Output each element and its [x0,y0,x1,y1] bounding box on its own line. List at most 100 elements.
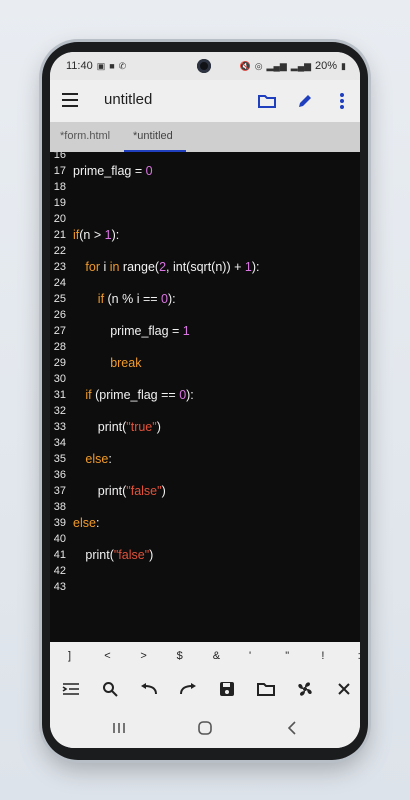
back-icon[interactable] [280,716,304,740]
code-line[interactable]: 36 [50,467,360,483]
code-line[interactable]: 17 prime_flag = 0 [50,163,360,179]
line-code: if (prime_flag == 0): [85,388,194,402]
menu-icon[interactable] [62,93,78,107]
code-line[interactable]: 18 [50,179,360,195]
code-line[interactable]: 26 [50,307,360,323]
code-line[interactable]: 19 [50,195,360,211]
line-number: 35 [53,453,66,465]
symbol-key[interactable]: ! [321,650,324,662]
line-number: 37 [53,485,66,497]
line-number: 26 [53,309,66,321]
code-line[interactable]: 32 [50,403,360,419]
line-number: 29 [53,357,66,369]
open-folder-icon[interactable] [255,678,277,700]
line-number: 18 [53,181,66,193]
more-vert-icon[interactable] [331,90,353,112]
system-nav-bar [50,706,360,748]
line-number: 30 [53,373,66,385]
line-code: if(n > 1): [73,228,120,242]
phone-icon: ✆ [118,60,127,71]
action-bar [50,672,360,706]
search-icon[interactable] [99,678,121,700]
line-number: 34 [53,437,66,449]
symbol-key[interactable]: ' [249,650,251,662]
symbol-bar: ] < > $ & ' "!: [50,642,360,672]
wifi-icon: ◎ [254,60,263,71]
code-line[interactable]: 27 prime_flag = 1 [50,323,360,339]
code-line[interactable]: 25 if (n % i == 0): [50,291,360,307]
battery-icon: ▮ [341,60,346,71]
symbol-key[interactable]: ] [68,650,71,662]
line-code: print("false") [85,548,154,562]
code-line[interactable]: 23 for i in range(2, int(sqrt(n)) + 1): [50,259,360,275]
close-icon[interactable] [333,678,355,700]
line-code: for i in range(2, int(sqrt(n)) + 1): [85,260,260,274]
code-line[interactable]: 28 [50,339,360,355]
line-number: 41 [53,549,66,561]
code-line[interactable]: 37 print("false") [50,483,360,499]
line-code: print("true") [97,420,161,434]
line-code: if (n % i == 0): [97,292,176,306]
app-screen: 11:40 ▣ ■ ✆ 🔇 ◎ ▂▄▆ ▂▄▆ 20% ▮ untitled *… [50,52,360,748]
symbol-key[interactable]: $ [177,650,183,662]
recents-icon[interactable] [107,716,131,740]
code-line[interactable]: 35 else: [50,451,360,467]
code-line[interactable]: 33 print("true") [50,419,360,435]
document-title: untitled [104,91,153,108]
fan-icon[interactable] [294,678,316,700]
code-line[interactable]: 22 [50,243,360,259]
code-line[interactable]: 29 break [50,355,360,371]
code-line[interactable]: 38 [50,499,360,515]
code-editor[interactable]: 16 17 prime_flag = 0 18 19 20 21 if(n > 1): 22 23… [50,152,360,642]
line-code: prime_flag = 1 [110,324,190,338]
tab-untitled[interactable]: *untitled [133,130,173,142]
tab-form-html[interactable]: *form.html [60,130,110,142]
code-line[interactable]: 21 if(n > 1): [50,227,360,243]
code-line[interactable]: 16 [50,152,360,163]
line-number: 24 [53,277,66,289]
symbol-key[interactable]: < [104,650,110,662]
line-code: prime_flag = 0 [73,164,153,178]
code-line[interactable]: 31 if (prime_flag == 0): [50,387,360,403]
line-number: 16 [53,152,66,161]
save-icon[interactable] [216,678,238,700]
symbol-key[interactable]: > [140,650,146,662]
line-number: 36 [53,469,66,481]
line-number: 19 [53,197,66,209]
line-code: else: [85,452,112,466]
code-line[interactable]: 43 [50,579,360,595]
code-line[interactable]: 42 [50,563,360,579]
line-number: 42 [53,565,66,577]
status-left: 11:40 ▣ ■ ✆ [66,60,126,72]
symbol-key[interactable]: & [213,650,220,662]
redo-icon[interactable] [177,678,199,700]
home-icon[interactable] [193,716,217,740]
code-line[interactable]: 30 [50,371,360,387]
line-code: break [110,356,142,370]
line-number: 17 [53,165,66,177]
indent-icon[interactable] [60,678,82,700]
code-line[interactable]: 39 else: [50,515,360,531]
app-toolbar: untitled [50,80,360,122]
pencil-icon[interactable] [294,90,316,112]
line-number: 39 [53,517,66,529]
status-time: 11:40 [66,60,93,72]
code-line[interactable]: 40 [50,531,360,547]
line-number: 31 [53,389,66,401]
symbol-key[interactable]: " [285,650,289,662]
status-bar: 11:40 ▣ ■ ✆ 🔇 ◎ ▂▄▆ ▂▄▆ 20% ▮ [50,52,360,80]
symbol-key[interactable]: : [358,650,360,662]
signal-icon: ▂▄▆ [266,60,287,71]
code-line[interactable]: 41 print("false") [50,547,360,563]
undo-icon[interactable] [138,678,160,700]
line-number: 40 [53,533,66,545]
code-line[interactable]: 34 [50,435,360,451]
line-number: 33 [53,421,66,433]
gallery-icon: ▣ [96,60,106,71]
line-number: 21 [53,229,66,241]
signal2-icon: ▂▄▆ [290,60,312,71]
code-line[interactable]: 24 [50,275,360,291]
line-number: 43 [53,581,66,593]
code-line[interactable]: 20 [50,211,360,227]
folder-icon[interactable] [256,90,278,112]
